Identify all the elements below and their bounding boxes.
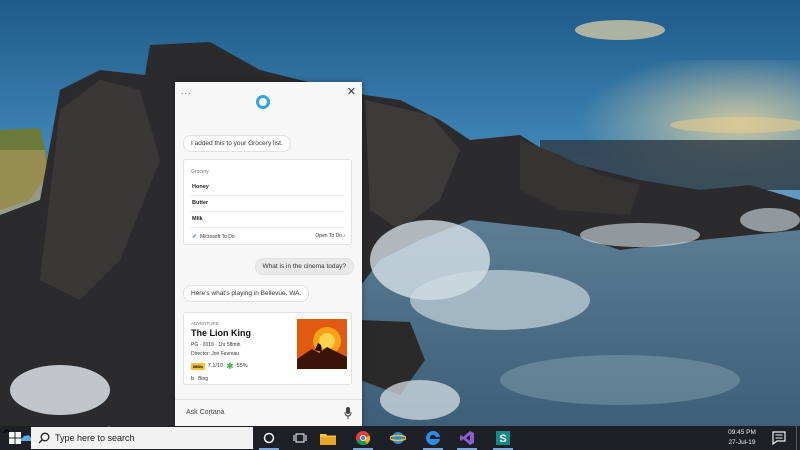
- divider: [190, 227, 345, 228]
- movie-title[interactable]: The Lion King: [191, 328, 251, 338]
- imdb-score: 7.1/10: [207, 363, 224, 369]
- cortana-panel: ... ✕ I added this to your Grocery list.…: [175, 82, 362, 427]
- more-options-icon[interactable]: ...: [181, 86, 192, 96]
- action-center-icon[interactable]: [772, 431, 786, 445]
- ask-cortana-bar[interactable]: Ask Cortana: [175, 399, 362, 427]
- clock[interactable]: 09:45 PM 27-Jul-19: [720, 428, 764, 448]
- file-explorer-button[interactable]: [312, 426, 344, 450]
- start-button[interactable]: [0, 426, 30, 450]
- chrome-icon: [356, 431, 370, 445]
- network-globe-icon: [390, 432, 406, 444]
- grocery-source: ✔ Microsoft To Do: [192, 233, 235, 240]
- grocery-item: Honey: [192, 184, 209, 190]
- cortana-button[interactable]: [253, 426, 285, 450]
- grocery-item: Milk: [192, 216, 203, 222]
- cortana-circle-icon: [263, 432, 275, 444]
- movie-meta: PG · 2019 · 1hr 58min: [191, 342, 241, 348]
- chrome-button[interactable]: [347, 426, 379, 450]
- cortana-ring-icon: [256, 95, 270, 109]
- task-view-icon: [293, 433, 307, 443]
- divider: [190, 195, 345, 196]
- imdb-icon: IMDb: [191, 362, 205, 370]
- microphone-icon[interactable]: [344, 407, 352, 419]
- edge-icon: [426, 431, 440, 445]
- check-icon: ✔: [192, 234, 198, 240]
- taskbar: Type here to search S ⌃ ☁ 09:45 PM 27-Ju…: [0, 426, 800, 450]
- grocery-item: Butter: [192, 200, 209, 206]
- grocery-title: Grocery: [191, 169, 209, 175]
- sway-icon: S: [496, 431, 510, 445]
- visual-studio-button[interactable]: [451, 426, 483, 450]
- bing-icon: b: [191, 376, 195, 382]
- rotten-tomatoes-icon: ✱: [226, 361, 234, 371]
- folder-icon: [320, 433, 336, 445]
- search-placeholder: Type here to search: [55, 433, 135, 443]
- movie-poster[interactable]: [297, 319, 347, 369]
- close-button[interactable]: ✕: [347, 85, 356, 98]
- clock-date: 27-Jul-19: [728, 439, 756, 446]
- sway-button[interactable]: S: [487, 426, 519, 450]
- rt-score: 55%: [236, 363, 248, 369]
- network-app-button[interactable]: [382, 426, 414, 450]
- cortana-message-cinema: Here's what's playing in Bellevue, WA.: [183, 285, 310, 302]
- svg-text:S: S: [499, 433, 506, 445]
- bing-attribution: b Bing: [191, 376, 208, 382]
- movie-genre: ADVENTURE: [191, 321, 219, 326]
- grocery-card[interactable]: Grocery Honey Butter Milk ✔ Microsoft To …: [183, 159, 352, 245]
- open-todo-link[interactable]: Open To Do ›: [315, 233, 345, 239]
- movie-ratings: IMDb 7.1/10 ✱ 55%: [191, 361, 248, 371]
- edge-button[interactable]: [417, 426, 449, 450]
- ask-cortana-input[interactable]: Ask Cortana: [186, 409, 225, 416]
- clock-time: 09:45 PM: [728, 429, 756, 436]
- grocery-source-label: Microsoft To Do: [200, 234, 235, 240]
- user-query-bubble: What is in the cinema today?: [254, 258, 354, 275]
- desktop-wallpaper: [0, 0, 800, 426]
- movie-card[interactable]: ADVENTURE The Lion King PG · 2019 · 1hr …: [183, 312, 352, 385]
- search-icon: [38, 432, 50, 444]
- windows-logo-icon: [9, 432, 21, 444]
- visual-studio-icon: [460, 431, 474, 445]
- divider: [190, 211, 345, 212]
- show-desktop-button[interactable]: [796, 426, 800, 450]
- taskbar-search-box[interactable]: Type here to search: [31, 427, 253, 449]
- bing-label: Bing: [198, 376, 209, 382]
- movie-director: Director: Jon Favreau: [191, 351, 240, 357]
- cortana-message-grocery: I added this to your Grocery list.: [183, 135, 291, 152]
